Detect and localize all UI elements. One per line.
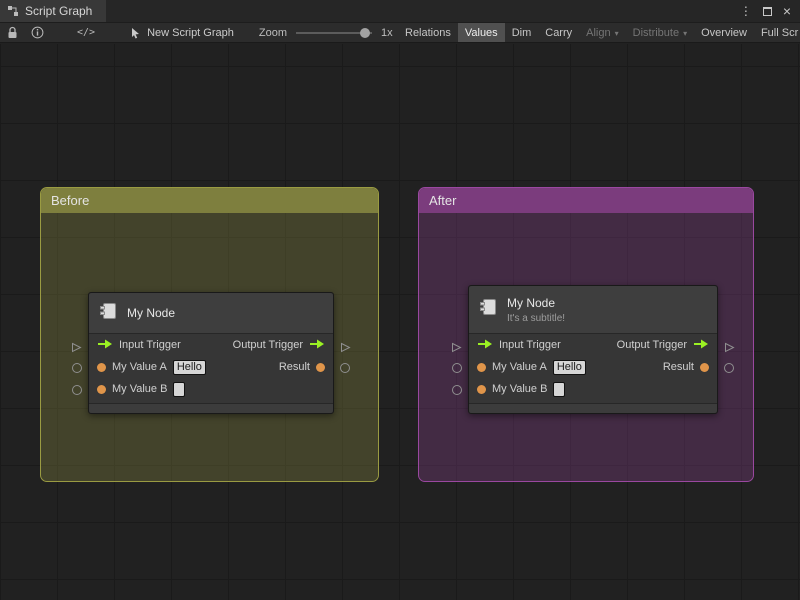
lock-icon[interactable] (7, 26, 18, 39)
carry-button[interactable]: Carry (538, 23, 579, 42)
chevron-down-icon: ▾ (683, 28, 688, 38)
distribute-dropdown[interactable]: Distribute ▾ (626, 23, 694, 42)
port-label: Input Trigger (499, 339, 561, 351)
value-port-outline-icon[interactable] (72, 385, 82, 395)
close-icon[interactable]: × (783, 4, 791, 18)
node-my-node-after[interactable]: My Node It's a subtitle! Input Trigger O… (452, 285, 735, 414)
relations-button[interactable]: Relations (398, 23, 458, 42)
port-label: Result (662, 361, 694, 373)
value-port-icon[interactable] (477, 384, 486, 394)
overview-button[interactable]: Overview (694, 23, 754, 42)
node-title: My Node (507, 295, 556, 310)
node-my-node-before[interactable]: My Node Input Trigger Output Trigger My … (72, 292, 351, 414)
port-label: Input Trigger (119, 339, 181, 351)
port-row: Input Trigger Output Trigger (89, 334, 333, 356)
value-port-icon[interactable] (97, 362, 106, 372)
node-title: My Node (127, 306, 176, 320)
flow-port-outline-icon[interactable] (71, 340, 82, 358)
port-row: My Value B (469, 378, 717, 400)
port-row: My Value A Hello Result (89, 356, 333, 378)
tab-script-graph[interactable]: Script Graph (0, 0, 107, 22)
port-row: My Value B (89, 378, 333, 400)
graph-selector[interactable]: New Script Graph (130, 27, 234, 39)
port-label: Output Trigger (232, 339, 303, 351)
align-label: Align (586, 27, 611, 39)
fullscreen-button[interactable]: Full Scr (754, 23, 800, 42)
flow-arrow-icon[interactable] (97, 339, 113, 352)
unity-editor-window: Script Graph ⋮ × </> New Script Graph Zo… (0, 0, 800, 600)
graph-canvas[interactable]: Before After My Node Input Trigger Outpu… (0, 44, 800, 600)
code-icon[interactable]: </> (77, 27, 95, 38)
dim-button[interactable]: Dim (505, 23, 539, 42)
align-dropdown[interactable]: Align ▾ (579, 23, 625, 42)
flow-port-outline-icon[interactable] (451, 340, 462, 358)
flow-port-outline-icon[interactable] (340, 340, 351, 358)
value-port-icon[interactable] (97, 384, 106, 394)
info-icon[interactable] (31, 26, 44, 39)
zoom-label: Zoom (258, 26, 287, 39)
port-label: My Value B (492, 383, 548, 395)
flow-port-outline-icon[interactable] (724, 340, 735, 358)
group-title: After (429, 193, 457, 208)
flow-arrow-icon[interactable] (309, 339, 325, 352)
node-footer (469, 403, 717, 413)
zoom-control: Zoom 1x (259, 27, 393, 39)
values-button[interactable]: Values (457, 23, 505, 42)
value-port-outline-icon[interactable] (452, 363, 462, 373)
port-label: My Value A (492, 361, 547, 373)
graph-name-label: New Script Graph (147, 26, 234, 39)
toolbar-buttons: Relations Values Dim Carry Align ▾ Distr… (398, 23, 800, 42)
tab-title: Script Graph (25, 4, 93, 18)
chevron-down-icon: ▾ (614, 28, 619, 38)
group-after-header[interactable]: After (419, 188, 753, 213)
value-port-outline-icon[interactable] (724, 363, 734, 373)
flow-arrow-icon[interactable] (693, 339, 709, 352)
port-label: Output Trigger (616, 339, 687, 351)
graph-toolbar: </> New Script Graph Zoom 1x Relations V… (0, 22, 800, 43)
node-footer (89, 403, 333, 413)
script-graph-icon (7, 5, 19, 17)
tab-bar: Script Graph ⋮ × (0, 0, 800, 22)
port-label: My Value A (112, 361, 167, 373)
zoom-slider[interactable] (296, 27, 372, 38)
value-port-outline-icon[interactable] (72, 363, 82, 373)
value-port-outline-icon[interactable] (452, 385, 462, 395)
node-header[interactable]: My Node (89, 293, 333, 334)
port-label: Result (278, 361, 310, 373)
port-row: Input Trigger Output Trigger (469, 334, 717, 356)
value-b-field[interactable] (173, 381, 186, 397)
unit-icon (479, 297, 499, 322)
node-subtitle: It's a subtitle! (507, 312, 566, 324)
group-before-header[interactable]: Before (41, 188, 378, 213)
zoom-value: 1x (381, 26, 393, 39)
zoom-slider-knob[interactable] (360, 27, 370, 38)
node-header[interactable]: My Node It's a subtitle! (469, 286, 717, 334)
value-port-icon[interactable] (700, 362, 709, 372)
value-a-field[interactable]: Hello (552, 359, 586, 375)
unit-icon (99, 301, 119, 326)
window-controls: ⋮ × (740, 0, 800, 22)
value-port-icon[interactable] (316, 362, 325, 372)
distribute-label: Distribute (632, 27, 680, 39)
cursor-icon (130, 27, 141, 39)
port-row: My Value A Hello Result (469, 356, 717, 378)
value-a-field[interactable]: Hello (172, 359, 206, 375)
group-title: Before (51, 193, 90, 208)
value-b-field[interactable] (553, 381, 566, 397)
maximize-icon[interactable] (762, 6, 772, 16)
port-label: My Value B (112, 383, 168, 395)
kebab-menu-icon[interactable]: ⋮ (740, 5, 752, 17)
value-port-outline-icon[interactable] (340, 363, 350, 373)
flow-arrow-icon[interactable] (477, 339, 493, 352)
value-port-icon[interactable] (477, 362, 486, 372)
